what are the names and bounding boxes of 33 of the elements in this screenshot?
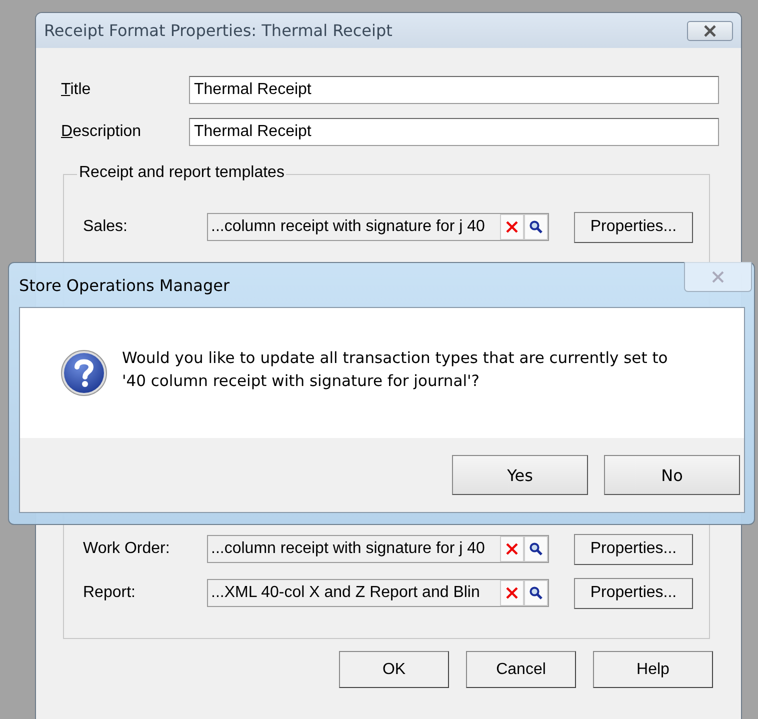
message-button[interactable]: Yes: [452, 455, 588, 495]
message-title: Store Operations Manager: [19, 276, 230, 294]
group-title: Receipt and report templates: [77, 164, 286, 182]
dialog-button[interactable]: OK: [339, 651, 449, 688]
template-label: Work Order:: [83, 540, 171, 558]
message-text: Would you like to update all transaction types that are currently set to: [122, 348, 668, 369]
close-button[interactable]: [687, 20, 733, 40]
template-field[interactable]: ...column receipt with signature for j 40: [207, 213, 549, 241]
window-title: Receipt Format Properties: Thermal Receipt: [44, 21, 392, 40]
field-label: Title: [61, 81, 92, 99]
search-icon[interactable]: [524, 536, 548, 562]
message-button[interactable]: No: [604, 455, 740, 495]
dialog-button[interactable]: Cancel: [466, 651, 576, 688]
field-label: Description: [61, 123, 142, 141]
properties-button[interactable]: Properties...: [574, 578, 693, 608]
question-icon: [60, 349, 108, 397]
text-field[interactable]: Thermal Receipt: [189, 76, 719, 104]
template-label: Report:: [83, 584, 136, 602]
search-icon[interactable]: [524, 580, 548, 606]
template-field[interactable]: ...column receipt with signature for j 40: [207, 535, 549, 563]
properties-button[interactable]: Properties...: [574, 212, 693, 242]
template-field[interactable]: ...XML 40-col X and Z Report and Blin: [207, 579, 549, 607]
clear-icon[interactable]: [500, 580, 524, 606]
dialog-button[interactable]: Help: [593, 651, 713, 688]
search-icon[interactable]: [524, 214, 548, 240]
clear-icon[interactable]: [500, 214, 524, 240]
message-text: '40 column receipt with signature for journal'?: [122, 371, 480, 392]
text-field[interactable]: Thermal Receipt: [189, 118, 719, 146]
properties-button[interactable]: Properties...: [574, 534, 693, 564]
close-icon: [702, 24, 718, 36]
clear-icon[interactable]: [500, 536, 524, 562]
template-label: Sales:: [83, 218, 128, 236]
close-icon: [710, 270, 726, 282]
